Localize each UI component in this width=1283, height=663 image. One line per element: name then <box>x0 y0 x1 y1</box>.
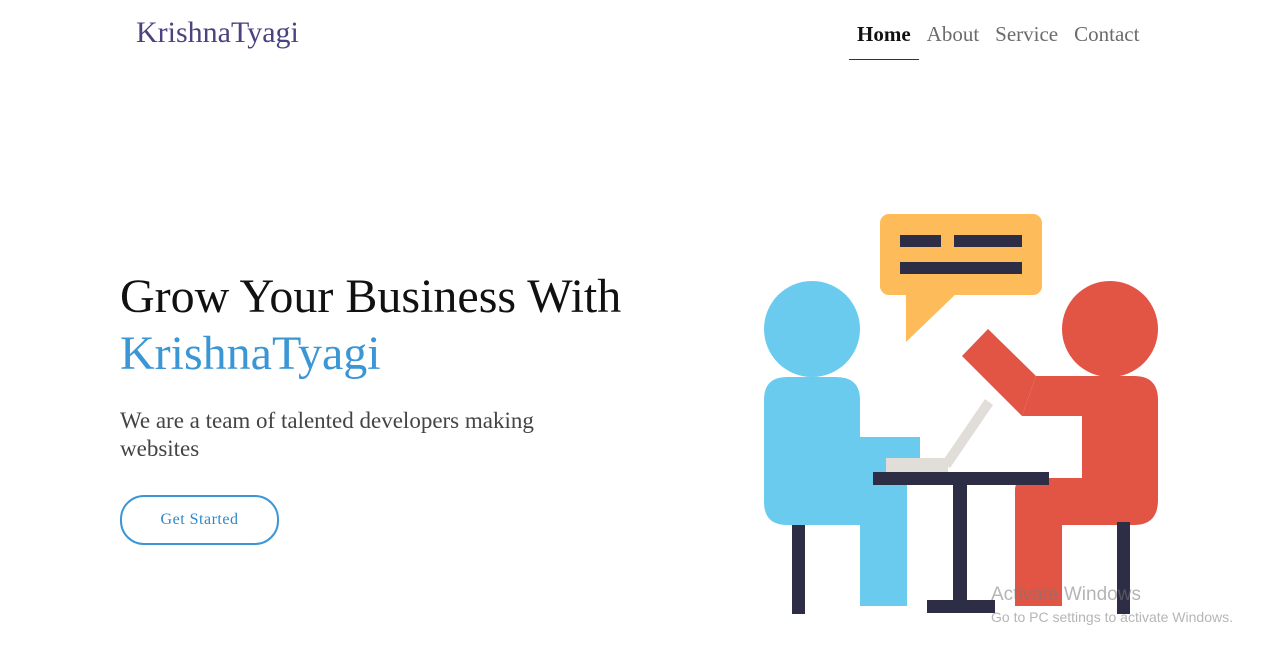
table-top <box>873 472 1049 485</box>
speech-line-1a <box>900 235 941 247</box>
speech-line-2 <box>900 262 1022 274</box>
nav-about-link[interactable]: About <box>919 20 988 60</box>
watermark-subtitle: Go to PC settings to activate Windows. <box>991 609 1233 625</box>
nav-service-link[interactable]: Service <box>987 20 1066 60</box>
table-leg <box>953 485 967 600</box>
right-person-torso <box>1015 376 1158 606</box>
speech-line-1b <box>954 235 1022 247</box>
right-person-arm <box>962 329 1036 416</box>
left-person-icon <box>764 281 920 606</box>
activate-windows-watermark: Activate Windows Go to PC settings to ac… <box>991 583 1233 627</box>
get-started-button[interactable]: Get Started <box>120 495 279 545</box>
brand-logo-link[interactable]: KrishnaTyagi <box>136 14 299 52</box>
hero-title: Grow Your Business With KrishnaTyagi <box>120 268 621 382</box>
speech-bubble-tail <box>906 290 960 342</box>
nav-contact-link[interactable]: Contact <box>1066 20 1147 60</box>
left-person-torso <box>764 377 920 606</box>
hero-subtitle: We are a team of talented developers mak… <box>120 408 534 461</box>
hero-title-brand: KrishnaTyagi <box>120 327 381 380</box>
laptop-icon <box>886 399 993 472</box>
nav-home-link[interactable]: Home <box>849 20 919 60</box>
laptop-screen <box>942 399 993 468</box>
speech-bubble-icon <box>880 214 1042 342</box>
meeting-illustration-icon <box>764 214 1158 614</box>
watermark-title: Activate Windows <box>991 584 1141 605</box>
table-foot <box>927 600 995 613</box>
speech-bubble-body <box>880 214 1042 295</box>
nav-menu: Home About Service Contact <box>849 20 1147 60</box>
right-person-head <box>1062 281 1158 377</box>
left-chair-leg <box>792 522 805 614</box>
laptop-base <box>886 458 948 472</box>
hero-title-line1: Grow Your Business With <box>120 270 622 323</box>
navbar: KrishnaTyagi Home About Service Contact <box>0 0 1283 70</box>
left-person-head <box>764 281 860 377</box>
